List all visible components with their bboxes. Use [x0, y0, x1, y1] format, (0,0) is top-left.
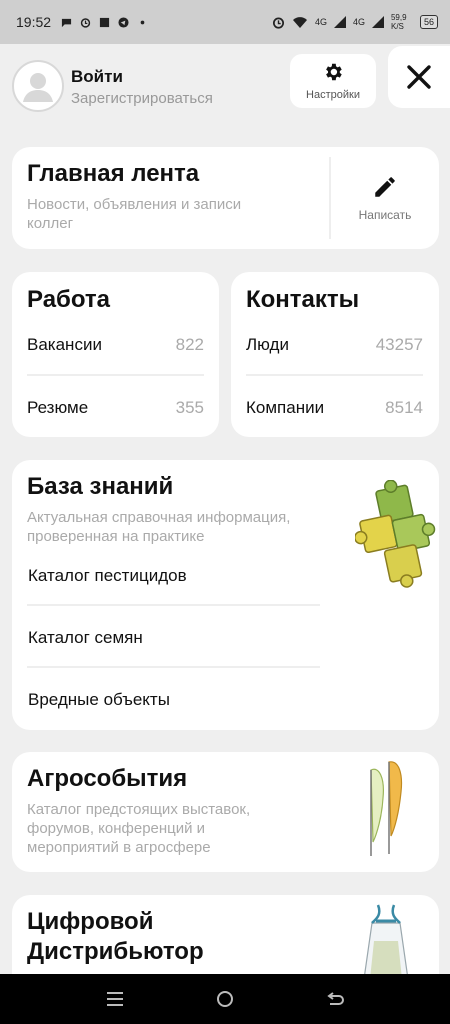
pests-link[interactable]: Вредные объекты — [28, 690, 170, 710]
system-nav-bar — [0, 974, 450, 1024]
resumes-label: Резюме — [27, 398, 89, 417]
vacancies-count: 822 — [175, 335, 204, 354]
feed-description: Новости, объявления и записи коллег — [27, 196, 242, 232]
people-count: 43257 — [375, 335, 423, 354]
status-bar: 19:52 4G 4G 59,9 K/S 56 — [0, 0, 450, 44]
work-title: Работа — [27, 286, 111, 313]
feed-title: Главная лента — [27, 160, 200, 187]
telegram-notification-icon — [118, 16, 129, 28]
banner-flags-illustration — [370, 761, 403, 856]
seeds-catalog-link[interactable]: Каталог семян — [28, 628, 143, 648]
network-type-2: 4G — [352, 17, 365, 27]
write-label: Написать — [358, 208, 412, 222]
network-type-1: 4G — [314, 17, 327, 27]
recent-apps-icon[interactable] — [106, 991, 124, 1007]
divider — [246, 374, 423, 376]
status-time: 19:52 — [16, 14, 52, 30]
settings-button[interactable]: Настройки — [290, 54, 376, 108]
more-notifications-icon — [140, 20, 145, 24]
people-label: Люди — [246, 335, 289, 354]
home-icon[interactable] — [216, 990, 234, 1008]
resumes-count: 355 — [175, 398, 204, 417]
knowledge-description: Актуальная справочная информация, провер… — [27, 509, 291, 545]
knowledge-card: База знаний Актуальная справочная информ… — [12, 460, 439, 730]
back-icon[interactable] — [326, 991, 344, 1007]
events-card[interactable]: Агрособытия Каталог предстоящих выставок… — [12, 752, 439, 872]
distributor-title-line2: Дистрибьютор — [27, 938, 204, 965]
distributor-title-line1: Цифровой — [27, 908, 154, 935]
signal-icon-1 — [333, 16, 346, 28]
data-speed: 59,9 K/S — [390, 13, 407, 31]
alarm-notification-icon — [80, 17, 91, 28]
people-row[interactable]: Люди 43257 — [246, 335, 423, 355]
chat-notification-icon — [61, 18, 72, 27]
contacts-card: Контакты Люди 43257 Компании 8514 — [231, 272, 439, 437]
gear-icon — [326, 63, 342, 81]
close-icon — [407, 65, 431, 89]
knowledge-title[interactable]: База знаний — [27, 473, 173, 501]
pesticides-catalog-link[interactable]: Каталог пестицидов — [28, 566, 187, 586]
login-link[interactable]: Войти — [71, 67, 123, 87]
signal-icon-2 — [371, 16, 384, 28]
work-card: Работа Вакансии 822 Резюме 355 — [12, 272, 219, 437]
top-bar: Войти Зарегистрироваться Настройки — [0, 44, 450, 124]
events-description: Каталог предстоящих выставок, форумов, к… — [27, 801, 251, 856]
user-icon — [23, 73, 53, 102]
divider — [27, 604, 320, 606]
seed-bag-illustration — [363, 904, 409, 980]
divider — [27, 666, 320, 668]
close-button[interactable] — [388, 46, 450, 108]
battery-level: 56 — [423, 17, 434, 27]
vacancies-row[interactable]: Вакансии 822 — [27, 335, 204, 355]
battery-icon: 56 — [419, 15, 438, 29]
write-button[interactable]: Написать — [329, 157, 439, 239]
register-link[interactable]: Зарегистрироваться — [71, 90, 213, 107]
alarm-icon — [272, 17, 284, 29]
companies-label: Компании — [246, 398, 325, 417]
feed-card[interactable]: Главная лента Новости, объявления и запи… — [12, 147, 439, 249]
contacts-title: Контакты — [246, 286, 360, 313]
settings-label: Настройки — [306, 89, 360, 101]
companies-row[interactable]: Компании 8514 — [246, 398, 423, 418]
avatar[interactable] — [12, 60, 64, 112]
vacancies-label: Вакансии — [27, 335, 102, 354]
pencil-icon — [375, 177, 395, 197]
wifi-icon — [292, 16, 307, 28]
resumes-row[interactable]: Резюме 355 — [27, 398, 204, 418]
companies-count: 8514 — [385, 398, 423, 417]
divider — [27, 374, 204, 376]
media-notification-icon — [99, 17, 110, 27]
events-title: Агрособытия — [27, 765, 188, 792]
puzzle-illustration — [355, 480, 436, 588]
